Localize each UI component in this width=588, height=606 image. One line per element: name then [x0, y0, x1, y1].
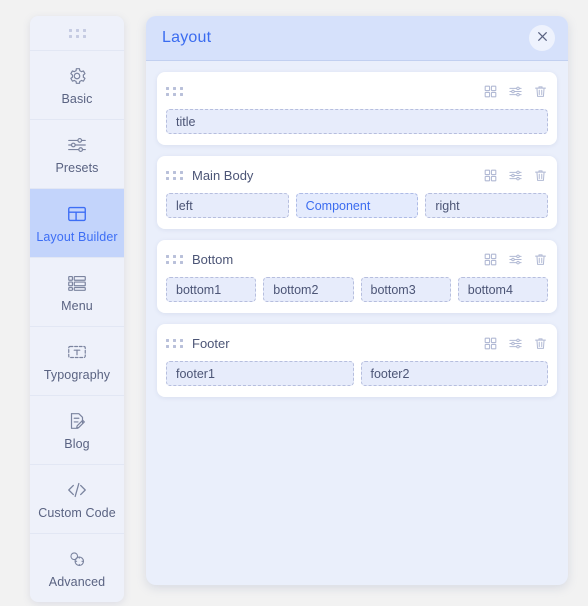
layout-row-bottom: Bottom bottom1 bottom2 bottom3 bottom4	[157, 240, 557, 313]
sidebar-item-label: Blog	[64, 436, 90, 451]
drag-dots-icon[interactable]	[166, 338, 183, 348]
sidebar-item-basic[interactable]: Basic	[30, 51, 124, 120]
layout-column[interactable]: bottom1	[166, 277, 257, 302]
layout-row-columns: left Component right	[166, 193, 549, 218]
layout-row-actions	[482, 251, 548, 267]
layout-column[interactable]: bottom4	[457, 277, 548, 302]
layout-row-columns: footer1 footer2	[166, 361, 548, 386]
layout-row-actions	[482, 167, 548, 183]
layout-rows-container: title Main Body left Component right Bot…	[146, 61, 568, 585]
close-button[interactable]	[529, 25, 555, 51]
sliders-icon	[66, 134, 88, 156]
panel-title: Layout	[162, 29, 212, 46]
layout-row-columns: title	[166, 109, 548, 134]
settings-sidebar: Basic Presets Layout Builder Menu Typogr…	[30, 16, 124, 602]
layout-row-untitled: title	[157, 72, 557, 145]
layout-column[interactable]: footer2	[360, 361, 548, 386]
trash-icon[interactable]	[532, 83, 548, 99]
sidebar-item-presets[interactable]: Presets	[30, 120, 124, 189]
layout-row-header: Footer	[166, 334, 548, 352]
code-brackets-icon	[66, 479, 88, 501]
drag-dots-icon[interactable]	[166, 170, 183, 180]
sidebar-item-blog[interactable]: Blog	[30, 396, 124, 465]
sidebar-item-label: Basic	[61, 91, 93, 106]
drag-dots-icon[interactable]	[166, 86, 183, 96]
trash-icon[interactable]	[532, 167, 548, 183]
layout-row-label: Footer	[192, 335, 230, 351]
layout-icon	[66, 203, 88, 225]
layout-column[interactable]: bottom3	[360, 277, 451, 302]
layout-row-main-body: Main Body left Component right	[157, 156, 557, 229]
layout-column[interactable]: right	[425, 193, 549, 218]
grid-icon[interactable]	[482, 335, 498, 351]
sidebar-item-label: Custom Code	[38, 505, 116, 520]
layout-row-actions	[482, 335, 548, 351]
layout-row-columns: bottom1 bottom2 bottom3 bottom4	[166, 277, 548, 302]
grid-icon[interactable]	[482, 83, 498, 99]
close-icon	[536, 30, 549, 46]
sidebar-item-label: Presets	[55, 160, 99, 175]
sliders-icon[interactable]	[507, 251, 523, 267]
gear-icon	[66, 65, 88, 87]
sidebar-drag-handle[interactable]	[30, 16, 124, 51]
drag-dots-icon	[68, 28, 86, 38]
panel-header: Layout	[146, 16, 568, 61]
typography-t-icon	[66, 341, 88, 363]
sidebar-item-label: Menu	[61, 298, 93, 313]
layout-column[interactable]: footer1	[166, 361, 354, 386]
sliders-icon[interactable]	[507, 335, 523, 351]
sidebar-item-layout-builder[interactable]: Layout Builder	[30, 189, 124, 258]
layout-row-actions	[482, 83, 548, 99]
advanced-gear-icon	[66, 548, 88, 570]
sliders-icon[interactable]	[507, 167, 523, 183]
layout-row-header: Bottom	[166, 250, 548, 268]
layout-row-header: Main Body	[166, 166, 548, 184]
layout-row-label: Main Body	[192, 167, 254, 183]
drag-dots-icon[interactable]	[166, 254, 183, 264]
sidebar-item-custom-code[interactable]: Custom Code	[30, 465, 124, 534]
sidebar-item-advanced[interactable]: Advanced	[30, 534, 124, 602]
layout-column[interactable]: bottom2	[263, 277, 354, 302]
menu-list-icon	[66, 272, 88, 294]
layout-builder-panel: Layout title Main Body left Component ri…	[146, 16, 568, 585]
layout-column[interactable]: Component	[295, 193, 419, 218]
grid-icon[interactable]	[482, 251, 498, 267]
grid-icon[interactable]	[482, 167, 498, 183]
sidebar-item-label: Layout Builder	[36, 229, 118, 244]
layout-row-header	[166, 82, 548, 100]
sidebar-item-typography[interactable]: Typography	[30, 327, 124, 396]
sidebar-item-label: Typography	[43, 367, 111, 382]
layout-row-label: Bottom	[192, 251, 234, 267]
layout-column[interactable]: title	[166, 109, 548, 134]
layout-row-footer: Footer footer1 footer2	[157, 324, 557, 397]
sliders-icon[interactable]	[507, 83, 523, 99]
trash-icon[interactable]	[532, 335, 548, 351]
sidebar-item-menu[interactable]: Menu	[30, 258, 124, 327]
blog-pencil-icon	[66, 410, 88, 432]
layout-column[interactable]: left	[166, 193, 289, 218]
sidebar-item-label: Advanced	[48, 574, 106, 589]
trash-icon[interactable]	[532, 251, 548, 267]
